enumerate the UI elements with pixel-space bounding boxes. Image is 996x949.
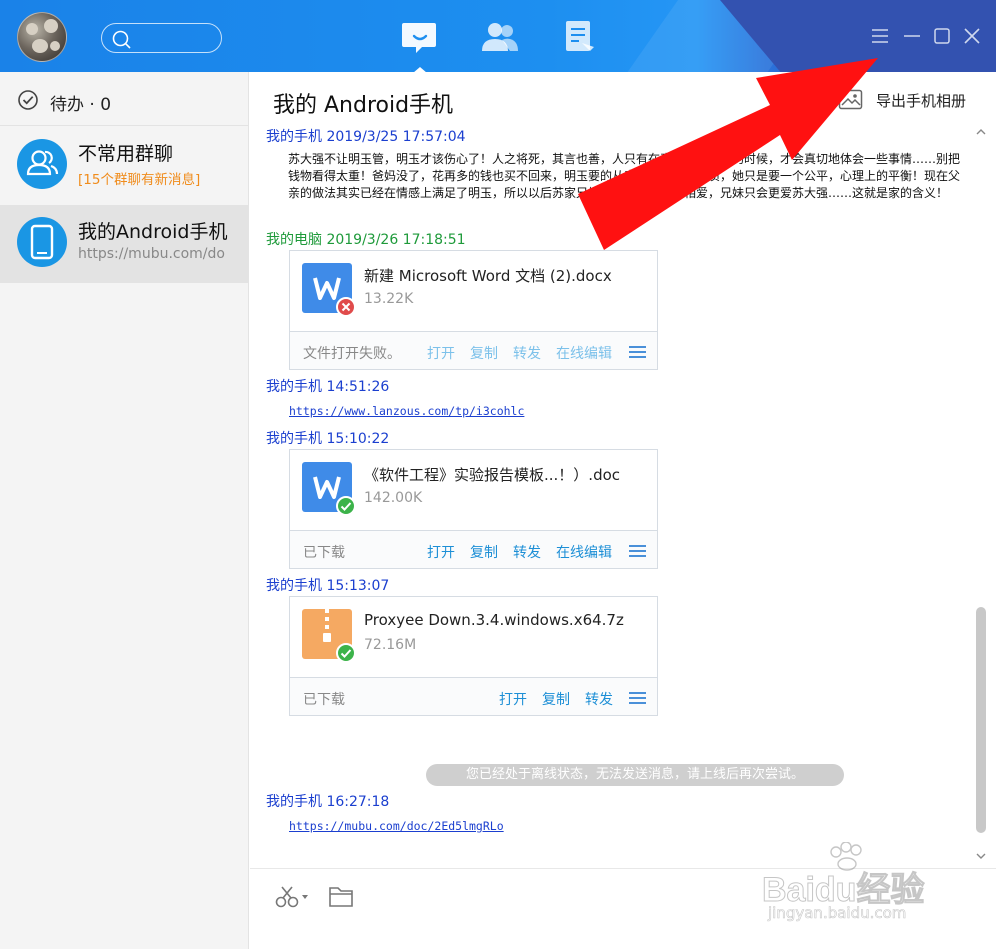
- copy-button[interactable]: 复制: [470, 542, 498, 562]
- edit-online-button[interactable]: 在线编辑: [556, 343, 612, 363]
- forward-button[interactable]: 转发: [513, 542, 541, 562]
- conversation-subtitle: https://mubu.com/do: [78, 246, 225, 262]
- maximize-button[interactable]: [932, 26, 952, 46]
- red-arrow-annotation: [578, 58, 878, 250]
- conversation-sidebar: 待办 · 0 不常用群聊 [15个群聊有新消息] 我的Android手机 htt…: [0, 72, 249, 949]
- message-link[interactable]: https://www.lanzous.com/tp/i3cohlc: [289, 404, 524, 418]
- file-name: Proxyee Down.3.4.windows.x64.7z: [364, 611, 624, 629]
- conversation-title: 不常用群聊: [78, 143, 174, 165]
- copy-button[interactable]: 复制: [542, 689, 570, 709]
- minimize-icon: [904, 35, 920, 37]
- offline-notice: 您已经处于离线状态，无法发送消息，请上线后再次尝试。: [426, 764, 844, 786]
- todo-label: 待办 · 0: [50, 95, 112, 115]
- edit-online-button[interactable]: 在线编辑: [556, 542, 612, 562]
- more-menu-icon[interactable]: [629, 692, 646, 704]
- minimize-button[interactable]: [902, 26, 922, 46]
- conversation-subtitle: [15个群聊有新消息]: [78, 172, 201, 188]
- contacts-icon: [482, 23, 518, 51]
- file-card[interactable]: 《软件工程》实验报告模板...！）.doc 142.00K 已下载 打开 复制 …: [289, 449, 658, 569]
- scissors-icon[interactable]: [274, 885, 314, 909]
- conversation-title: 我的Android手机: [78, 221, 228, 243]
- open-button[interactable]: 打开: [427, 542, 455, 562]
- open-button[interactable]: 打开: [499, 689, 527, 709]
- file-name: 《软件工程》实验报告模板...！）.doc: [364, 466, 621, 484]
- file-size: 142.00K: [364, 490, 423, 506]
- phone-icon: [17, 217, 67, 267]
- message-link[interactable]: https://mubu.com/doc/2Ed5lmgRLo: [289, 819, 504, 833]
- message-sender: 我的手机 2019/3/25 17:57:04: [266, 129, 466, 145]
- message-sender: 我的电脑 2019/3/26 17:18:51: [266, 232, 466, 248]
- success-badge-icon: [336, 643, 356, 663]
- maximize-icon: [934, 28, 950, 44]
- message-sender: 我的手机 16:27:18: [266, 794, 390, 810]
- tab-messages[interactable]: [400, 19, 440, 72]
- forward-button[interactable]: 转发: [513, 343, 541, 363]
- chat-title: 我的 Android手机: [273, 93, 454, 118]
- close-button[interactable]: [962, 26, 982, 46]
- group-icon: [17, 139, 67, 189]
- copy-button[interactable]: 复制: [470, 343, 498, 363]
- message-sender: 我的手机 15:10:22: [266, 431, 390, 447]
- folder-icon[interactable]: [328, 884, 354, 908]
- tab-contacts[interactable]: [480, 19, 520, 55]
- search-icon: [112, 30, 131, 49]
- watermark: Baidu经验 jingyan.baidu.com: [760, 842, 970, 932]
- more-menu-icon[interactable]: [629, 545, 646, 557]
- file-status: 文件打开失败。: [303, 346, 401, 362]
- success-badge-icon: [336, 496, 356, 516]
- chat-icon: [402, 23, 436, 53]
- search-box[interactable]: [101, 23, 222, 53]
- file-size: 13.22K: [364, 291, 414, 307]
- user-avatar[interactable]: [17, 12, 67, 62]
- scroll-up-icon[interactable]: [975, 126, 987, 138]
- file-card[interactable]: Proxyee Down.3.4.windows.x64.7z 72.16M 已…: [289, 596, 658, 716]
- conversation-group-chats[interactable]: 不常用群聊 [15个群聊有新消息]: [0, 127, 249, 205]
- open-button[interactable]: 打开: [427, 343, 455, 363]
- todo-item[interactable]: 待办 · 0: [0, 72, 249, 126]
- conversation-android-phone[interactable]: 我的Android手机 https://mubu.com/do: [0, 205, 249, 283]
- file-size: 72.16M: [364, 637, 417, 653]
- error-badge-icon: [336, 297, 356, 317]
- message-sender: 我的手机 15:13:07: [266, 578, 390, 594]
- file-status: 已下载: [303, 545, 345, 561]
- scrollbar-thumb[interactable]: [976, 607, 986, 833]
- more-menu-icon[interactable]: [629, 346, 646, 358]
- close-icon: [964, 28, 980, 44]
- scroll-down-icon[interactable]: [975, 850, 987, 862]
- message-sender: 我的手机 14:51:26: [266, 379, 390, 395]
- forward-button[interactable]: 转发: [585, 689, 613, 709]
- watermark-url: jingyan.baidu.com: [768, 904, 907, 923]
- check-circle-icon: [18, 90, 38, 110]
- file-status: 已下载: [303, 692, 345, 708]
